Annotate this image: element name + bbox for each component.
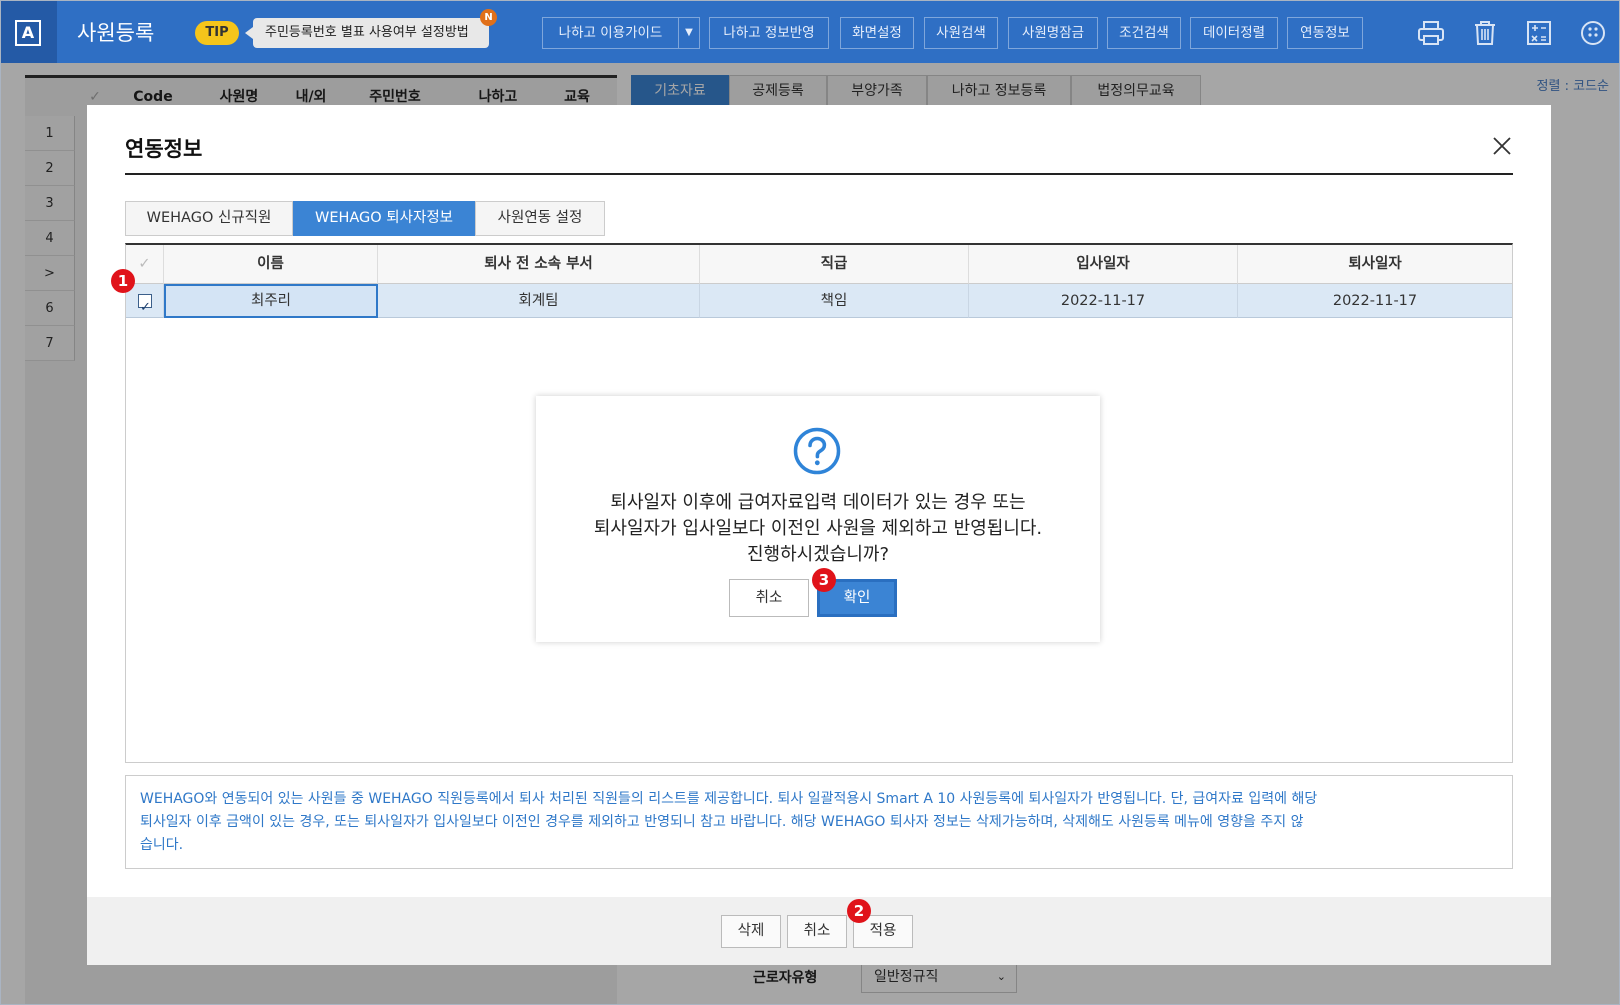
toolbar-condition-search-button[interactable]: 조건검색 xyxy=(1107,17,1181,49)
tab-new-employees[interactable]: WEHAGO 신규직원 xyxy=(125,201,293,236)
new-badge: N xyxy=(480,9,497,26)
confirm-message-line: 진행하시겠습니까? xyxy=(746,544,890,565)
column-header-hire-date: 입사일자 xyxy=(969,245,1238,284)
confirm-message: 퇴사일자 이후에 급여자료입력 데이터가 있는 경우 또는 퇴사일자가 입사일보… xyxy=(536,490,1100,568)
toolbar-screen-settings-button[interactable]: 화면설정 xyxy=(840,17,914,49)
confirm-message-line: 퇴사일자가 입사일보다 이전인 사원을 제외하고 반영됩니다. xyxy=(593,518,1043,539)
top-bar: A 사원등록 TIP 주민등록번호 별표 사용여부 설정방법 N 나하고 이용가… xyxy=(1,1,1619,63)
guide-dropdown-arrow-icon[interactable]: ▼ xyxy=(678,17,700,49)
confirm-dialog: 퇴사일자 이후에 급여자료입력 데이터가 있는 경우 또는 퇴사일자가 입사일보… xyxy=(536,396,1100,642)
dialog-title: 연동정보 xyxy=(125,137,203,161)
confirm-message-line: 퇴사일자 이후에 급여자료입력 데이터가 있는 경우 또는 xyxy=(610,492,1026,513)
step-marker-2: 2 xyxy=(847,899,871,923)
column-header-department: 퇴사 전 소속 부서 xyxy=(378,245,700,284)
app-window: A 사원등록 TIP 주민등록번호 별표 사용여부 설정방법 N 나하고 이용가… xyxy=(0,0,1620,1005)
title-divider xyxy=(125,173,1513,175)
print-icon[interactable] xyxy=(1415,17,1447,49)
calculator-icon[interactable] xyxy=(1523,17,1555,49)
table-cell-rank[interactable]: 책임 xyxy=(700,284,969,318)
toolbar-link-info-button[interactable]: 연동정보 xyxy=(1287,17,1363,49)
table-cell-name[interactable]: 최주리 xyxy=(164,284,378,318)
note-line: WEHAGO와 연동되어 있는 사원들 중 WEHAGO 직원등록에서 퇴사 처… xyxy=(140,791,1318,807)
tab-resigned-employees[interactable]: WEHAGO 퇴사자정보 xyxy=(293,201,475,236)
column-header-rank: 직급 xyxy=(700,245,969,284)
tip-link[interactable]: 주민등록번호 별표 사용여부 설정방법 xyxy=(245,18,489,48)
note-line: 습니다. xyxy=(140,837,184,853)
column-header-resign-date: 퇴사일자 xyxy=(1238,245,1512,284)
tab-link-settings[interactable]: 사원연동 설정 xyxy=(475,201,605,236)
toolbar-info-apply-button[interactable]: 나하고 정보반영 xyxy=(709,17,829,49)
row-checkbox[interactable] xyxy=(138,291,152,325)
cancel-button[interactable]: 취소 xyxy=(787,915,847,948)
step-marker-1: 1 xyxy=(111,269,135,293)
app-logo-icon[interactable]: A xyxy=(15,20,41,46)
more-icon[interactable] xyxy=(1577,17,1609,49)
toolbar-employee-search-button[interactable]: 사원검색 xyxy=(924,17,998,49)
trash-icon[interactable] xyxy=(1469,17,1501,49)
table-cell-department[interactable]: 회계팀 xyxy=(378,284,700,318)
app-title: 사원등록 xyxy=(77,21,155,45)
toolbar-name-lock-button[interactable]: 사원명잠금 xyxy=(1008,17,1098,49)
question-icon xyxy=(792,426,842,476)
confirm-cancel-button[interactable]: 취소 xyxy=(729,579,809,617)
table-cell-resign-date[interactable]: 2022-11-17 xyxy=(1238,284,1512,318)
delete-button[interactable]: 삭제 xyxy=(721,915,781,948)
tip-badge[interactable]: TIP xyxy=(195,21,239,45)
note-line: 퇴사일자 이후 금액이 있는 경우, 또는 퇴사일자가 입사일보다 이전인 경우… xyxy=(140,814,1304,830)
toolbar-guide-button[interactable]: 나하고 이용가이드 xyxy=(542,17,678,49)
column-header-name: 이름 xyxy=(164,245,378,284)
close-icon[interactable] xyxy=(1491,135,1513,157)
toolbar-data-sort-button[interactable]: 데이터정렬 xyxy=(1190,17,1278,49)
step-marker-3: 3 xyxy=(812,568,836,592)
info-note: WEHAGO와 연동되어 있는 사원들 중 WEHAGO 직원등록에서 퇴사 처… xyxy=(125,775,1513,869)
table-cell-hire-date[interactable]: 2022-11-17 xyxy=(969,284,1238,318)
